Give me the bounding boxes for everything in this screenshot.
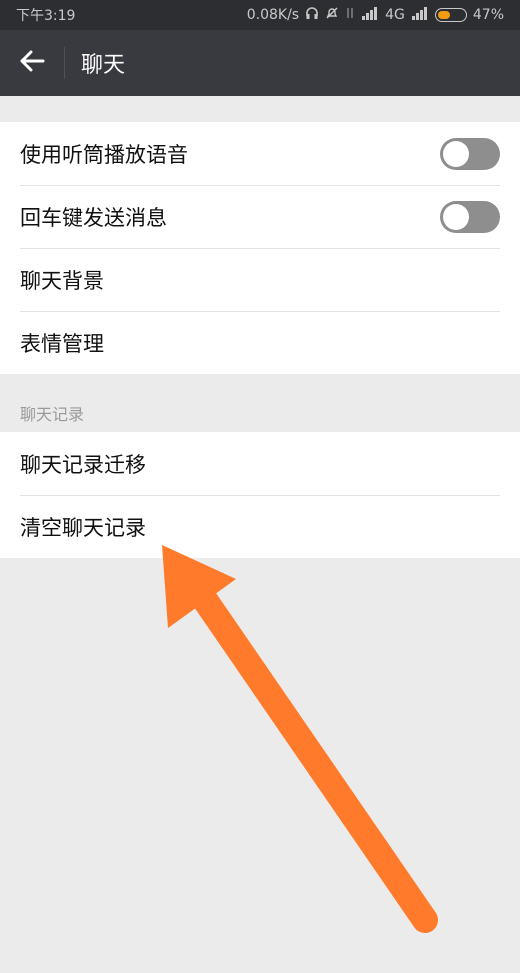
setting-sticker-management[interactable]: 表情管理 [0,311,520,374]
status-time: 下午3:19 [16,8,76,24]
setting-label: 清空聊天记录 [20,515,146,540]
network-type: 4G [385,7,405,23]
back-button[interactable] [0,30,64,96]
enter-send-toggle[interactable] [440,200,500,233]
toggle-knob [443,203,469,230]
page-title: 聊天 [81,53,126,78]
arrow-shaft [192,587,438,933]
status-bar: 下午3:19 0.08K/s 4G 47% [0,0,520,30]
data-transfer-icon [345,6,355,24]
chat-settings-group: 使用听筒播放语音 回车键发送消息 聊天背景 表情管理 [0,122,520,374]
title-bar: 聊天 [0,30,520,96]
setting-enter-to-send[interactable]: 回车键发送消息 [0,185,520,248]
battery-icon [434,8,467,22]
battery-percent: 47% [472,7,504,23]
setting-clear-history[interactable]: 清空聊天记录 [0,495,520,558]
section-header-chat-history: 聊天记录 [20,405,85,424]
title-divider [64,47,65,79]
setting-label: 回车键发送消息 [20,205,167,230]
setting-label: 聊天背景 [20,268,104,293]
setting-chat-background[interactable]: 聊天背景 [0,248,520,311]
setting-history-migration[interactable]: 聊天记录迁移 [0,432,520,495]
status-indicators: 0.08K/s 4G 47% [247,6,504,24]
chat-history-group: 聊天记录迁移 清空聊天记录 [0,432,520,558]
signal-icon [361,6,379,24]
setting-label: 表情管理 [20,331,104,356]
earpiece-toggle[interactable] [440,137,500,170]
net-speed: 0.08K/s [246,7,300,23]
toggle-knob [443,140,469,167]
signal-icon [411,6,429,24]
arrow-left-icon [19,50,45,76]
setting-earpiece-playback[interactable]: 使用听筒播放语音 [0,122,520,185]
setting-label: 聊天记录迁移 [20,452,146,477]
battery-level [437,11,450,19]
setting-label: 使用听筒播放语音 [20,142,188,167]
bell-off-icon [325,6,339,24]
headphone-icon [305,6,319,24]
